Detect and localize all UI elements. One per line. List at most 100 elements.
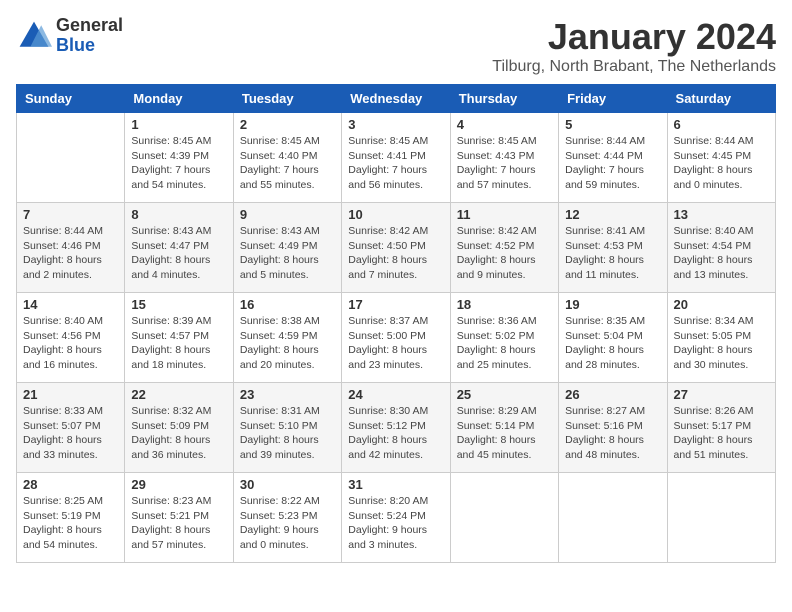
day-cell-2-2: 16Sunrise: 8:38 AMSunset: 4:59 PMDayligh…: [233, 293, 341, 383]
day-info-2: Sunrise: 8:45 AMSunset: 4:40 PMDaylight:…: [240, 134, 335, 193]
sunrise-27: Sunrise: 8:26 AM: [674, 404, 769, 419]
day-cell-0-1: 1 Sunrise: 8:45 AMSunset: 4:39 PMDaylight…: [125, 113, 233, 203]
day-number-3: 3: [348, 117, 443, 132]
sunset-10: Sunset: 4:50 PM: [348, 239, 443, 254]
daylight-11: Daylight: 8 hours and 9 minutes.: [457, 253, 552, 282]
day-number-27: 27: [674, 387, 769, 402]
day-cell-3-1: 22Sunrise: 8:32 AMSunset: 5:09 PMDayligh…: [125, 383, 233, 473]
day-info-27: Sunrise: 8:26 AMSunset: 5:17 PMDaylight:…: [674, 404, 769, 463]
daylight-8: Daylight: 8 hours and 4 minutes.: [131, 253, 226, 282]
day-info-22: Sunrise: 8:32 AMSunset: 5:09 PMDaylight:…: [131, 404, 226, 463]
location-title: Tilburg, North Brabant, The Netherlands: [492, 58, 776, 76]
sunset-4: Sunset: 4:43 PM: [457, 149, 552, 164]
sunrise-28: Sunrise: 8:25 AM: [23, 494, 118, 509]
daylight-5: Daylight: 7 hours and 59 minutes.: [565, 163, 660, 192]
daylight-29: Daylight: 8 hours and 57 minutes.: [131, 523, 226, 552]
day-info-29: Sunrise: 8:23 AMSunset: 5:21 PMDaylight:…: [131, 494, 226, 553]
header-friday: Friday: [559, 85, 667, 113]
day-cell-0-2: 2 Sunrise: 8:45 AMSunset: 4:40 PMDaylight…: [233, 113, 341, 203]
sunrise-30: Sunrise: 8:22 AM: [240, 494, 335, 509]
sunset-2: Sunset: 4:40 PM: [240, 149, 335, 164]
day-cell-1-4: 11Sunrise: 8:42 AMSunset: 4:52 PMDayligh…: [450, 203, 558, 293]
sunset-6: Sunset: 4:45 PM: [674, 149, 769, 164]
day-info-25: Sunrise: 8:29 AMSunset: 5:14 PMDaylight:…: [457, 404, 552, 463]
daylight-12: Daylight: 8 hours and 11 minutes.: [565, 253, 660, 282]
day-cell-1-0: 7 Sunrise: 8:44 AMSunset: 4:46 PMDaylight…: [17, 203, 125, 293]
day-info-28: Sunrise: 8:25 AMSunset: 5:19 PMDaylight:…: [23, 494, 118, 553]
day-number-20: 20: [674, 297, 769, 312]
week-row-4: 28Sunrise: 8:25 AMSunset: 5:19 PMDayligh…: [17, 473, 776, 563]
day-info-7: Sunrise: 8:44 AMSunset: 4:46 PMDaylight:…: [23, 224, 118, 283]
day-info-14: Sunrise: 8:40 AMSunset: 4:56 PMDaylight:…: [23, 314, 118, 373]
day-number-10: 10: [348, 207, 443, 222]
day-number-25: 25: [457, 387, 552, 402]
sunset-25: Sunset: 5:14 PM: [457, 419, 552, 434]
daylight-27: Daylight: 8 hours and 51 minutes.: [674, 433, 769, 462]
day-number-2: 2: [240, 117, 335, 132]
daylight-7: Daylight: 8 hours and 2 minutes.: [23, 253, 118, 282]
day-info-1: Sunrise: 8:45 AMSunset: 4:39 PMDaylight:…: [131, 134, 226, 193]
sunrise-20: Sunrise: 8:34 AM: [674, 314, 769, 329]
sunset-21: Sunset: 5:07 PM: [23, 419, 118, 434]
day-cell-4-6: [667, 473, 775, 563]
day-number-8: 8: [131, 207, 226, 222]
daylight-4: Daylight: 7 hours and 57 minutes.: [457, 163, 552, 192]
day-number-6: 6: [674, 117, 769, 132]
sunset-30: Sunset: 5:23 PM: [240, 509, 335, 524]
day-number-19: 19: [565, 297, 660, 312]
day-cell-0-4: 4Sunrise: 8:45 AMSunset: 4:43 PMDaylight…: [450, 113, 558, 203]
daylight-14: Daylight: 8 hours and 16 minutes.: [23, 343, 118, 372]
sunrise-18: Sunrise: 8:36 AM: [457, 314, 552, 329]
day-cell-1-5: 12Sunrise: 8:41 AMSunset: 4:53 PMDayligh…: [559, 203, 667, 293]
sunset-16: Sunset: 4:59 PM: [240, 329, 335, 344]
sunset-11: Sunset: 4:52 PM: [457, 239, 552, 254]
sunrise-26: Sunrise: 8:27 AM: [565, 404, 660, 419]
daylight-23: Daylight: 8 hours and 39 minutes.: [240, 433, 335, 462]
day-cell-3-0: 21Sunrise: 8:33 AMSunset: 5:07 PMDayligh…: [17, 383, 125, 473]
sunset-1: Sunset: 4:39 PM: [131, 149, 226, 164]
sunrise-3: Sunrise: 8:45 AM: [348, 134, 443, 149]
day-info-8: Sunrise: 8:43 AMSunset: 4:47 PMDaylight:…: [131, 224, 226, 283]
sunset-12: Sunset: 4:53 PM: [565, 239, 660, 254]
daylight-16: Daylight: 8 hours and 20 minutes.: [240, 343, 335, 372]
day-number-1: 1: [131, 117, 226, 132]
day-info-13: Sunrise: 8:40 AMSunset: 4:54 PMDaylight:…: [674, 224, 769, 283]
day-cell-2-3: 17Sunrise: 8:37 AMSunset: 5:00 PMDayligh…: [342, 293, 450, 383]
day-cell-0-0: [17, 113, 125, 203]
week-row-0: 1Sunrise: 8:45 AMSunset: 4:39 PMDaylight…: [17, 113, 776, 203]
sunrise-25: Sunrise: 8:29 AM: [457, 404, 552, 419]
day-number-21: 21: [23, 387, 118, 402]
daylight-21: Daylight: 8 hours and 33 minutes.: [23, 433, 118, 462]
day-number-7: 7: [23, 207, 118, 222]
day-info-31: Sunrise: 8:20 AMSunset: 5:24 PMDaylight:…: [348, 494, 443, 553]
day-info-10: Sunrise: 8:42 AMSunset: 4:50 PMDaylight:…: [348, 224, 443, 283]
day-info-12: Sunrise: 8:41 AMSunset: 4:53 PMDaylight:…: [565, 224, 660, 283]
daylight-28: Daylight: 8 hours and 54 minutes.: [23, 523, 118, 552]
sunrise-13: Sunrise: 8:40 AM: [674, 224, 769, 239]
day-cell-2-4: 18Sunrise: 8:36 AMSunset: 5:02 PMDayligh…: [450, 293, 558, 383]
calendar-header-row: Sunday Monday Tuesday Wednesday Thursday…: [17, 85, 776, 113]
daylight-13: Daylight: 8 hours and 13 minutes.: [674, 253, 769, 282]
sunrise-24: Sunrise: 8:30 AM: [348, 404, 443, 419]
sunset-17: Sunset: 5:00 PM: [348, 329, 443, 344]
week-row-3: 21Sunrise: 8:33 AMSunset: 5:07 PMDayligh…: [17, 383, 776, 473]
day-info-26: Sunrise: 8:27 AMSunset: 5:16 PMDaylight:…: [565, 404, 660, 463]
daylight-22: Daylight: 8 hours and 36 minutes.: [131, 433, 226, 462]
sunset-7: Sunset: 4:46 PM: [23, 239, 118, 254]
daylight-25: Daylight: 8 hours and 45 minutes.: [457, 433, 552, 462]
week-row-1: 7 Sunrise: 8:44 AMSunset: 4:46 PMDaylight…: [17, 203, 776, 293]
daylight-3: Daylight: 7 hours and 56 minutes.: [348, 163, 443, 192]
day-cell-1-1: 8 Sunrise: 8:43 AMSunset: 4:47 PMDaylight…: [125, 203, 233, 293]
sunrise-4: Sunrise: 8:45 AM: [457, 134, 552, 149]
sunrise-16: Sunrise: 8:38 AM: [240, 314, 335, 329]
daylight-24: Daylight: 8 hours and 42 minutes.: [348, 433, 443, 462]
day-info-17: Sunrise: 8:37 AMSunset: 5:00 PMDaylight:…: [348, 314, 443, 373]
day-info-16: Sunrise: 8:38 AMSunset: 4:59 PMDaylight:…: [240, 314, 335, 373]
day-number-24: 24: [348, 387, 443, 402]
day-info-4: Sunrise: 8:45 AMSunset: 4:43 PMDaylight:…: [457, 134, 552, 193]
week-row-2: 14Sunrise: 8:40 AMSunset: 4:56 PMDayligh…: [17, 293, 776, 383]
sunset-8: Sunset: 4:47 PM: [131, 239, 226, 254]
sunset-19: Sunset: 5:04 PM: [565, 329, 660, 344]
daylight-19: Daylight: 8 hours and 28 minutes.: [565, 343, 660, 372]
sunset-13: Sunset: 4:54 PM: [674, 239, 769, 254]
